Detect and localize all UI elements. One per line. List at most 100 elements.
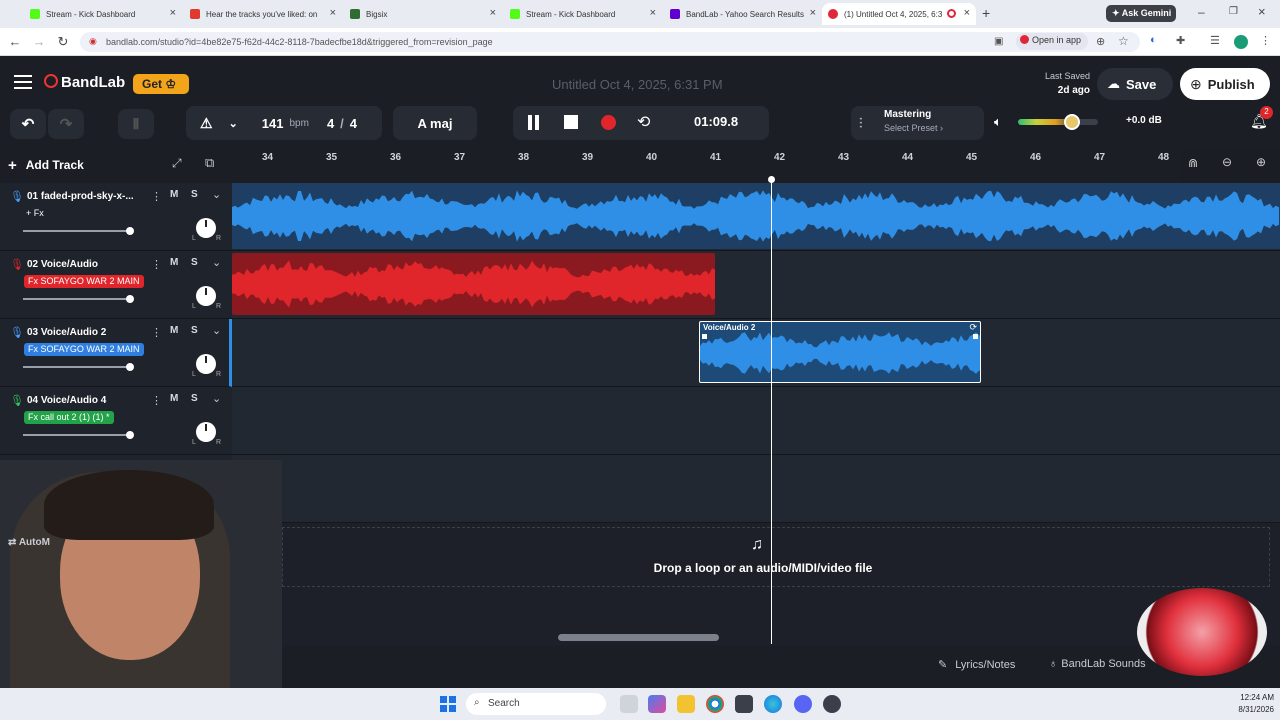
track-lane-2[interactable]	[232, 251, 1280, 319]
menu-dots-icon[interactable]: ⋮	[1260, 34, 1271, 47]
pan-knob[interactable]	[196, 354, 216, 374]
clip-trim-handle-left[interactable]	[702, 334, 707, 339]
playhead[interactable]	[768, 176, 775, 644]
back-icon[interactable]: ←	[7, 34, 23, 49]
windows-start-icon[interactable]	[440, 696, 456, 712]
browser-tab-4[interactable]: Stream - Kick Dashboard ×	[504, 3, 662, 25]
playhead-handle[interactable]	[768, 176, 775, 183]
close-icon[interactable]: ×	[810, 7, 816, 19]
browser-tab-6[interactable]: (1) Untitled Oct 4, 2025, 6:3 ×	[822, 3, 976, 25]
record-arm-icon[interactable]: 🎙︎	[10, 394, 24, 407]
track-lane-4[interactable]	[232, 387, 1280, 455]
bandlab-sounds-button[interactable]: ♁ BandLab Sounds	[1049, 658, 1146, 670]
track-name[interactable]: 01 faded-prod-sky-x-...	[27, 191, 134, 202]
volume-knob[interactable]	[126, 363, 134, 371]
mute-button[interactable]: M	[170, 325, 178, 336]
install-icon[interactable]: ▣	[994, 36, 1003, 47]
close-icon[interactable]: ×	[964, 7, 970, 19]
time-sig-numerator[interactable]: 4	[327, 116, 334, 131]
track-header-4[interactable]: 🎙︎ 04 Voice/Audio 4 ⋮ M S ⌄ Fx call out 2 (1) …	[0, 387, 232, 455]
publish-button[interactable]: ⊕ Publish	[1180, 68, 1270, 100]
track-volume-slider[interactable]	[23, 363, 134, 371]
metronome-icon[interactable]: ⚠	[200, 115, 213, 132]
loop-handle-icon[interactable]: ⟳	[969, 322, 977, 333]
volume-knob[interactable]	[126, 227, 134, 235]
task-view-icon[interactable]	[620, 695, 638, 713]
loop-icon[interactable]: ⟲	[637, 112, 650, 132]
record-arm-icon[interactable]: 🎙︎	[10, 326, 24, 339]
bpm-value[interactable]: 141	[262, 116, 284, 131]
bandlab-logo-text[interactable]: BandLab	[61, 74, 125, 91]
track-volume-slider[interactable]	[23, 227, 134, 235]
close-icon[interactable]: ×	[650, 7, 656, 19]
fx-badge[interactable]: Fx SOFAYGO WAR 2 MAIN	[24, 275, 144, 288]
audio-clip[interactable]	[232, 183, 1280, 249]
bookmark-star-icon[interactable]: ☆	[1118, 34, 1129, 48]
track-header-1[interactable]: 🎙︎ 01 faded-prod-sky-x-... ⋮ M S ⌄ + Fx L R	[0, 183, 232, 251]
stop-icon[interactable]	[564, 115, 578, 129]
zoom-out-icon[interactable]: ⊖	[1222, 155, 1232, 169]
time-sig-denominator[interactable]: 4	[350, 116, 357, 131]
get-membership-button[interactable]: Get ♔	[133, 74, 189, 94]
hamburger-menu-icon[interactable]	[14, 75, 32, 89]
chevron-down-icon[interactable]: ⌄	[212, 324, 221, 337]
puzzle-icon[interactable]: ✚	[1176, 34, 1185, 47]
audio-clip[interactable]	[232, 253, 715, 315]
discord-icon[interactable]	[794, 695, 812, 713]
maximize-button[interactable]: ❐	[1229, 6, 1238, 17]
obs-icon[interactable]	[823, 695, 841, 713]
key-selector[interactable]: A maj	[393, 106, 477, 140]
url-field[interactable]: ◉ bandlab.com/studio?id=4be82e75-f62d-44…	[80, 32, 1140, 52]
mute-button[interactable]: M	[170, 189, 178, 200]
record-arm-icon[interactable]: 🎙︎	[10, 190, 24, 203]
ask-gemini-button[interactable]: ✦ Ask Gemini	[1106, 5, 1176, 22]
volume-knob[interactable]	[1064, 114, 1080, 130]
track-lane-3[interactable]: Voice/Audio 2 ⟳	[232, 319, 1280, 387]
fx-badge[interactable]: Fx SOFAYGO WAR 2 MAIN	[24, 343, 144, 356]
browser-tab-5[interactable]: BandLab - Yahoo Search Results ×	[664, 3, 822, 25]
store-icon[interactable]	[735, 695, 753, 713]
close-icon[interactable]: ×	[490, 7, 496, 19]
snap-magnet-icon[interactable]: ⋒	[1188, 156, 1198, 170]
chevron-down-icon[interactable]: ⌄	[212, 188, 221, 201]
solo-button[interactable]: S	[191, 325, 198, 336]
browser-tab-1[interactable]: Stream - Kick Dashboard ×	[24, 3, 182, 25]
audio-clip-selected[interactable]: Voice/Audio 2 ⟳	[699, 321, 981, 383]
forward-icon[interactable]: →	[31, 34, 47, 49]
media-icon[interactable]: ☰	[1210, 34, 1220, 47]
close-icon[interactable]: ×	[330, 7, 336, 19]
new-tab-button[interactable]: +	[982, 5, 990, 21]
automation-icon[interactable]: ⤢	[172, 156, 182, 171]
master-volume-slider[interactable]	[1018, 114, 1098, 130]
pause-icon[interactable]	[527, 115, 541, 131]
solo-button[interactable]: S	[191, 189, 198, 200]
solo-button[interactable]: S	[191, 393, 198, 404]
site-info-icon[interactable]: ◉	[89, 36, 97, 47]
add-track-button[interactable]: + Add Track	[8, 155, 84, 175]
save-button[interactable]: ☁ Save	[1097, 68, 1173, 100]
chevron-down-icon[interactable]: ⌄	[212, 392, 221, 405]
track-lane-5[interactable]	[232, 455, 1280, 523]
track-menu-icon[interactable]: ⋮	[151, 258, 162, 271]
track-lane-1[interactable]	[232, 183, 1280, 251]
mute-button[interactable]: M	[170, 257, 178, 268]
record-icon[interactable]	[601, 115, 616, 130]
profile-avatar[interactable]	[1234, 35, 1248, 49]
open-in-app-button[interactable]: Open in app	[1016, 33, 1089, 50]
minimize-button[interactable]: –	[1198, 5, 1205, 19]
track-name[interactable]: 03 Voice/Audio 2	[27, 327, 106, 338]
redo-icon[interactable]: ↷	[48, 109, 84, 139]
reload-icon[interactable]: ↻	[55, 34, 71, 50]
track-menu-icon[interactable]: ⋮	[151, 326, 162, 339]
timeline-ruler[interactable]: 34 35 36 37 38 39 40 41 42 43 44 45 46 47 48	[232, 148, 1180, 183]
browser-tab-3[interactable]: Bigsix ×	[344, 3, 502, 25]
track-name[interactable]: 02 Voice/Audio	[27, 259, 98, 270]
taskbar-search[interactable]: ⌕ Search	[466, 693, 606, 715]
track-menu-icon[interactable]: ⋮	[151, 190, 162, 203]
lyrics-notes-button[interactable]: ✎ Lyrics/Notes	[938, 658, 1015, 672]
extension-icon[interactable]: ◐	[1150, 34, 1157, 46]
mixer-icon[interactable]: ⦀	[118, 109, 154, 139]
zoom-in-icon[interactable]: ⊕	[1256, 155, 1266, 169]
close-icon[interactable]: ×	[170, 7, 176, 19]
chevron-down-icon[interactable]: ⌄	[212, 256, 221, 269]
